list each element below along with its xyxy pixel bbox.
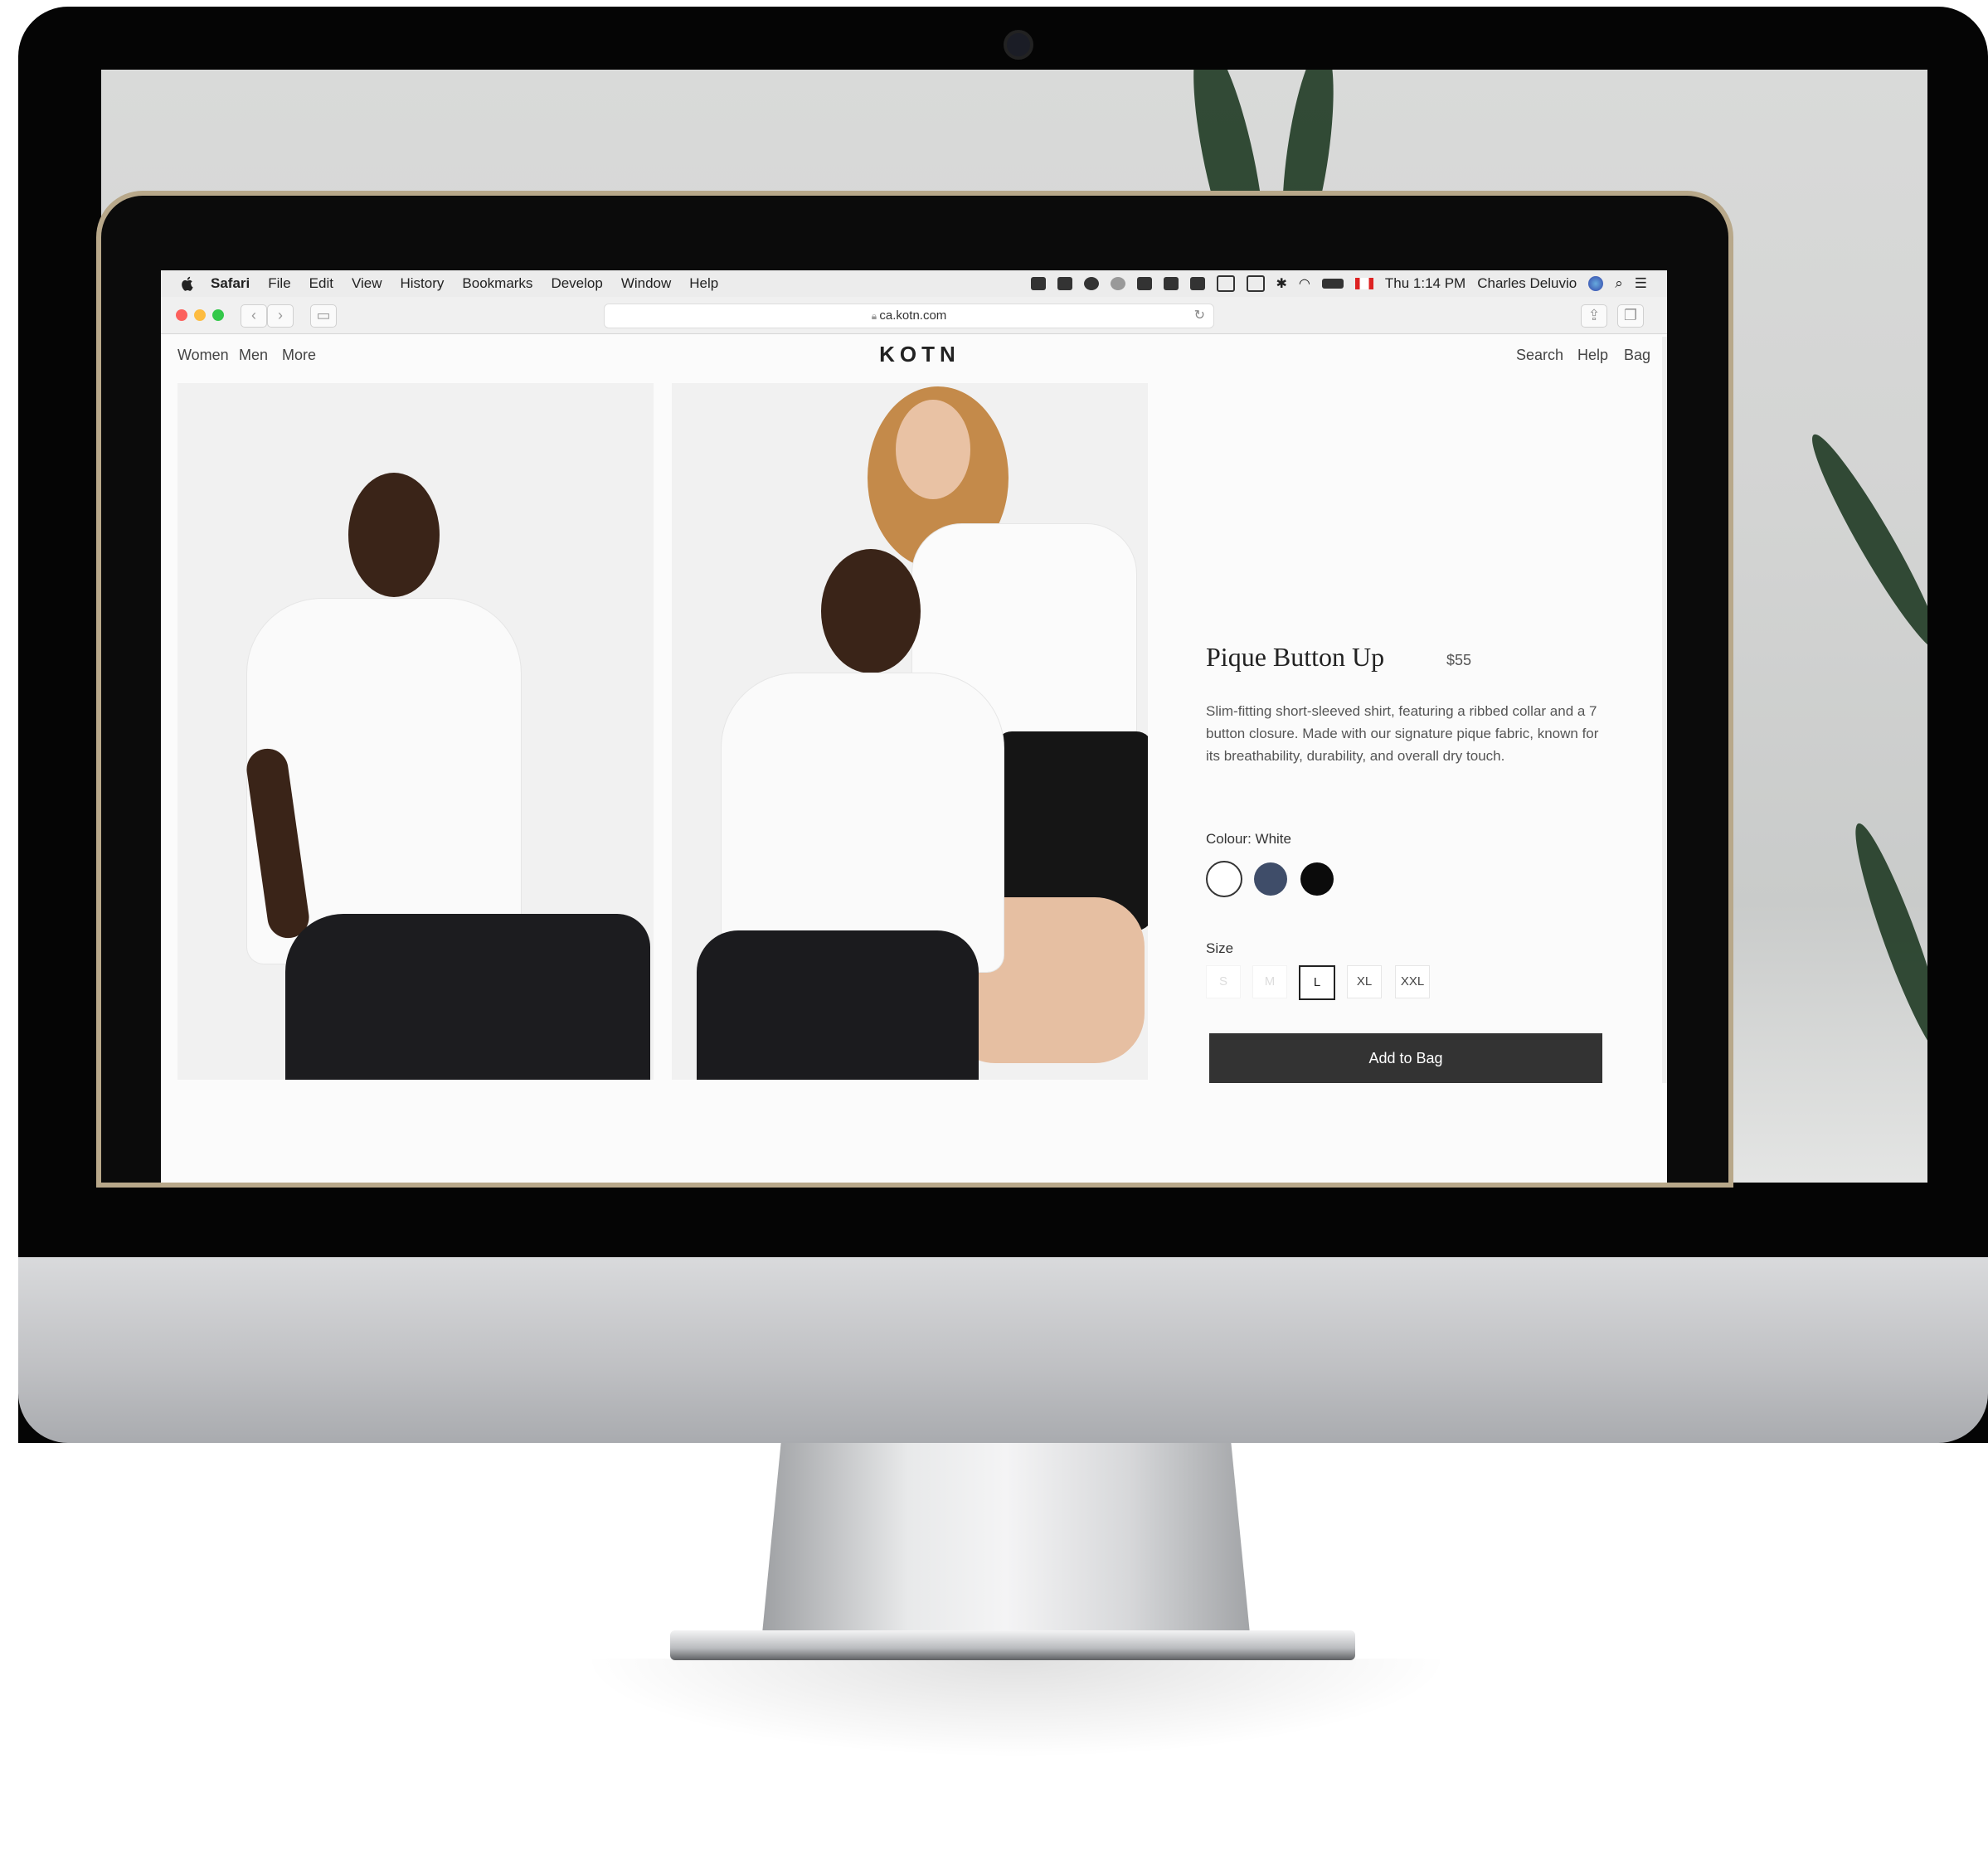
model-trousers (285, 914, 650, 1080)
laptop-screen: Safari File Edit View History Bookmarks … (161, 270, 1667, 1183)
size-option-s[interactable]: S (1206, 965, 1241, 998)
safari-toolbar: ‹ › ▭ 🔒︎ ca.kotn.com ↻ ⇪ ❐ (161, 297, 1667, 334)
script-icon[interactable] (1216, 275, 1235, 292)
menu-bookmarks[interactable]: Bookmarks (462, 275, 532, 292)
nav-search[interactable]: Search (1516, 347, 1563, 364)
menu-view[interactable]: View (352, 275, 382, 292)
product-photo-2[interactable] (672, 383, 1148, 1080)
imac-chin (18, 1257, 1988, 1443)
sidebar-icon: ▭ (316, 307, 331, 323)
menu-edit[interactable]: Edit (309, 275, 333, 292)
page-scrollbar[interactable] (1662, 337, 1667, 1083)
notification-center-icon[interactable]: ☰ (1635, 275, 1647, 292)
product-price: $55 (1446, 652, 1472, 668)
lock-icon: 🔒︎ (871, 310, 880, 322)
nav-men[interactable]: Men (239, 347, 268, 364)
site-logo[interactable]: KOTN (866, 342, 974, 367)
chevron-left-icon: ‹ (251, 307, 256, 323)
wifi-icon[interactable]: ◠ (1299, 275, 1310, 292)
size-option-m[interactable]: M (1252, 965, 1287, 998)
menubar-clock[interactable]: Thu 1:14 PM (1385, 275, 1465, 292)
spotlight-search-icon[interactable]: ⌕ (1615, 275, 1623, 292)
colour-swatch-black[interactable] (1300, 862, 1334, 896)
model-face (896, 400, 970, 499)
model-shirt (722, 673, 1004, 972)
menu-app-name[interactable]: Safari (211, 275, 250, 292)
model-head (348, 473, 440, 597)
menu-help[interactable]: Help (689, 275, 718, 292)
size-option-xl[interactable]: XL (1347, 965, 1382, 998)
share-button[interactable]: ⇪ (1581, 304, 1607, 328)
dropbox-icon[interactable] (1030, 277, 1046, 290)
nav-more[interactable]: More (282, 347, 316, 364)
model-trousers (697, 930, 979, 1080)
product-description: Slim-fitting short-sleeved shirt, featur… (1206, 703, 1599, 764)
colour-swatch-navy[interactable] (1254, 862, 1287, 896)
display-icon[interactable] (1057, 277, 1072, 290)
close-window-button[interactable] (176, 309, 187, 321)
address-bar[interactable]: 🔒︎ ca.kotn.com ↻ (604, 304, 1214, 328)
sync-icon[interactable] (1110, 277, 1125, 290)
model-head (821, 549, 921, 673)
menu-develop[interactable]: Develop (551, 275, 602, 292)
forward-button[interactable]: › (267, 304, 294, 328)
canada-flag-icon[interactable] (1354, 278, 1373, 289)
plant-leaf (1842, 818, 1927, 1063)
product-title: Pique Button Up (1206, 642, 1385, 672)
vpn-icon[interactable] (1163, 277, 1179, 290)
tabs-button[interactable]: ❐ (1617, 304, 1644, 328)
reload-icon[interactable]: ↻ (1194, 304, 1205, 328)
nav-women[interactable]: Women (177, 347, 229, 364)
battery-icon[interactable] (1321, 279, 1344, 289)
pen-icon[interactable] (1246, 275, 1265, 292)
back-button[interactable]: ‹ (241, 304, 267, 328)
nav-bag[interactable]: Bag (1624, 347, 1650, 364)
tabs-icon: ❐ (1623, 307, 1638, 323)
stand-neck (761, 1443, 1251, 1642)
size-option-l[interactable]: L (1299, 965, 1335, 1000)
bluetooth-icon[interactable]: ✱ (1276, 275, 1287, 292)
address-text: ca.kotn.com (879, 308, 947, 323)
product-photo-1[interactable] (177, 383, 654, 1080)
minimize-window-button[interactable] (194, 309, 206, 321)
menu-file[interactable]: File (268, 275, 290, 292)
share-icon: ⇪ (1587, 307, 1601, 323)
menu-history[interactable]: History (401, 275, 445, 292)
sidebar-toggle-button[interactable]: ▭ (310, 304, 337, 328)
chevron-right-icon: › (278, 307, 283, 323)
macos-menubar: Safari File Edit View History Bookmarks … (161, 270, 1667, 298)
app-icon[interactable] (1136, 277, 1152, 290)
colour-label: Colour: White (1206, 831, 1291, 847)
stand-shadow (581, 1659, 1451, 1758)
colour-swatch-white[interactable] (1206, 861, 1242, 897)
siri-icon[interactable] (1588, 276, 1604, 291)
camera-app-icon[interactable] (1189, 277, 1205, 290)
status-area: ✱ ◠ Thu 1:14 PM Charles Deluvio ⌕ ☰ (1030, 275, 1647, 292)
nav-help[interactable]: Help (1577, 347, 1608, 364)
size-option-xxl[interactable]: XXL (1395, 965, 1430, 998)
plant-leaf (1799, 426, 1927, 658)
add-to-bag-button[interactable]: Add to Bag (1209, 1033, 1602, 1083)
menu-window[interactable]: Window (621, 275, 671, 292)
zoom-window-button[interactable] (212, 309, 224, 321)
menubar-user[interactable]: Charles Deluvio (1477, 275, 1577, 292)
stand-base (670, 1630, 1355, 1660)
size-label: Size (1206, 940, 1234, 956)
camera-icon (1004, 30, 1033, 60)
password-icon[interactable] (1083, 277, 1099, 290)
apple-icon[interactable] (179, 275, 196, 292)
